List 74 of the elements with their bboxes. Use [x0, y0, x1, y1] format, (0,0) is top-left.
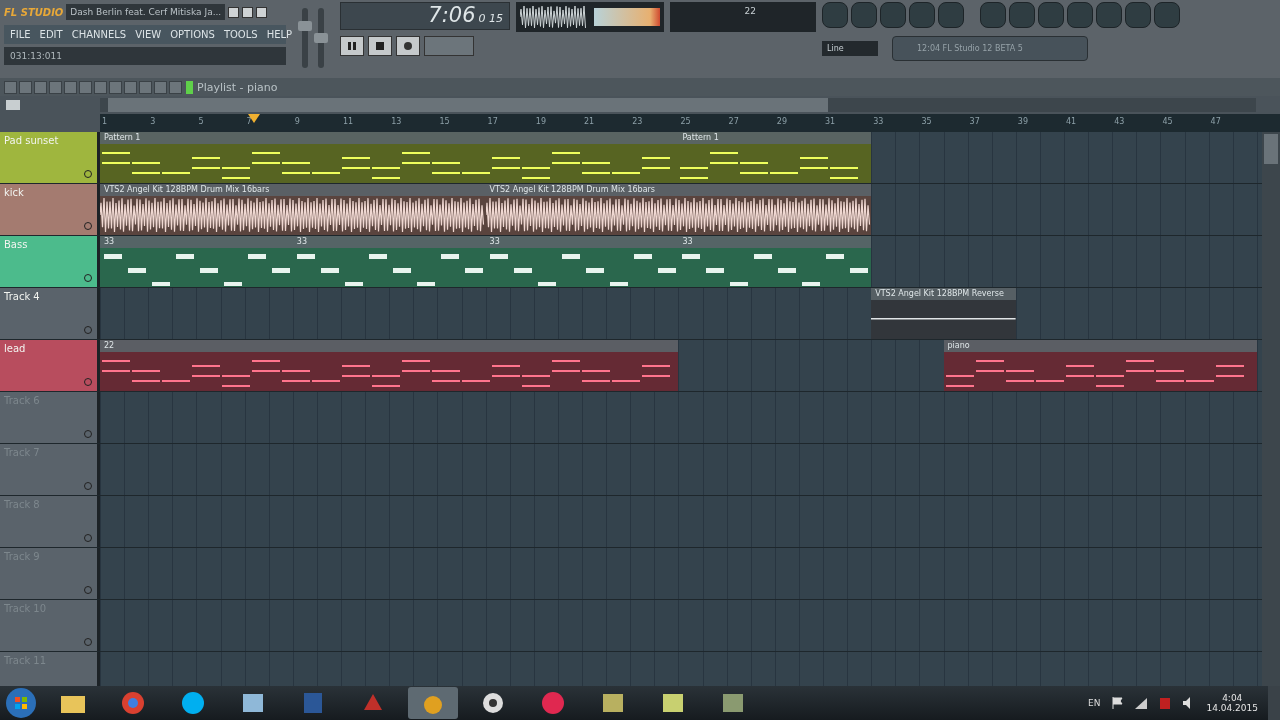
playlist-clip[interactable]: VTS2 Angel Kit 128BPM Reverse — [871, 288, 1016, 339]
clip-label: piano — [943, 340, 1257, 352]
bar-number: 19 — [535, 117, 546, 126]
track-name: Bass — [4, 239, 28, 250]
bar-number: 13 — [391, 117, 402, 126]
playlist-clip[interactable]: Pattern 1 — [678, 132, 872, 183]
track-header[interactable]: kick — [0, 184, 100, 235]
playlist-clip[interactable]: VTS2 Angel Kit 128BPM Drum Mix 16bars — [485, 184, 872, 235]
bar-number: 1 — [102, 117, 108, 126]
playlist-clip[interactable]: 33 — [485, 236, 679, 287]
menu-item[interactable]: OPTIONS — [170, 29, 215, 40]
track-header[interactable]: Track 4 — [0, 288, 100, 339]
bar-number: 7 — [246, 117, 252, 126]
bar-number: 3 — [150, 117, 156, 126]
clock[interactable]: 4:04 14.04.2015 — [1206, 693, 1258, 713]
playlist-clip[interactable]: piano — [943, 340, 1257, 391]
clip-label: VTS2 Angel Kit 128BPM Reverse — [871, 288, 1016, 300]
menu-item[interactable]: EDIT — [39, 29, 63, 40]
playlist-clip[interactable]: 22 — [100, 340, 679, 391]
language-indicator[interactable]: EN — [1088, 698, 1101, 708]
track-header[interactable]: lead — [0, 340, 100, 391]
bar-number: 41 — [1066, 117, 1077, 126]
playlist-clip[interactable]: VTS2 Angel Kit 128BPM Drum Mix 16bars — [100, 184, 486, 235]
time-display: 7:06 0 15 — [340, 2, 510, 30]
time-ruler[interactable]: 1 3 5 7 9 11 13 15 17 19 21 23 25 27 29 31 33 35 37 39 41 43 45 47 — [100, 114, 1280, 132]
playlist-clip[interactable]: 33 — [100, 236, 293, 287]
bar-number: 25 — [680, 117, 691, 126]
bar-number: 9 — [294, 117, 300, 126]
clock-date: 14.04.2015 — [1206, 703, 1258, 713]
clip-label: 33 — [678, 236, 872, 248]
hint-bar: 031:13:011 — [4, 47, 286, 65]
playlist-clip[interactable]: Pattern 1 — [100, 132, 679, 183]
track-name: kick — [4, 187, 24, 198]
track-name: Pad sunset — [4, 135, 59, 146]
track-name: Track 4 — [4, 291, 40, 302]
clip-label: 22 — [100, 340, 679, 352]
menu-item[interactable]: FILE — [10, 29, 31, 40]
bar-number: 5 — [198, 117, 204, 126]
bar-number: 29 — [776, 117, 787, 126]
bar-number: 27 — [728, 117, 739, 126]
clock-time: 4:04 — [1222, 693, 1243, 703]
bar-number: 45 — [1162, 117, 1173, 126]
snap-dropdown[interactable]: Line — [822, 41, 878, 56]
clip-label: VTS2 Angel Kit 128BPM Drum Mix 16bars — [485, 184, 872, 196]
bar-number: 17 — [487, 117, 498, 126]
clip-label: 33 — [485, 236, 679, 248]
clip-label: Pattern 1 — [678, 132, 872, 144]
bar-number: 37 — [969, 117, 980, 126]
menu-item[interactable]: CHANNELS — [71, 29, 127, 40]
song-title: Dash Berlin feat. Cerf Mitiska Ja... — [66, 4, 226, 20]
bar-number: 35 — [921, 117, 932, 126]
bar-number: 21 — [584, 117, 595, 126]
playlist-clip[interactable]: 33 — [292, 236, 486, 287]
track-name: lead — [4, 343, 26, 354]
bar-number: 23 — [632, 117, 643, 126]
app-logo: FL STUDIO — [4, 6, 64, 18]
bar-number: 15 — [439, 117, 450, 126]
playlist-title[interactable]: Playlist - piano — [197, 80, 278, 94]
bar-number: 47 — [1210, 117, 1221, 126]
menu-item[interactable]: TOOLS — [223, 29, 258, 40]
clip-label: 33 — [292, 236, 486, 248]
clip-label: VTS2 Angel Kit 128BPM Drum Mix 16bars — [100, 184, 486, 196]
clip-label: 33 — [100, 236, 293, 248]
bar-number: 33 — [873, 117, 884, 126]
clip-label: Pattern 1 — [100, 132, 679, 144]
playlist-clip[interactable]: 33 — [678, 236, 872, 287]
hint-field: 12:04 FL Studio 12 BETA 5 — [892, 36, 1088, 61]
bar-number: 43 — [1114, 117, 1125, 126]
menu-item[interactable]: HELP — [266, 29, 293, 40]
cpu-reading: 22 — [744, 6, 756, 16]
menu-item[interactable]: VIEW — [135, 29, 162, 40]
bar-number: 31 — [825, 117, 836, 126]
bar-number: 11 — [343, 117, 354, 126]
bar-number: 39 — [1017, 117, 1028, 126]
